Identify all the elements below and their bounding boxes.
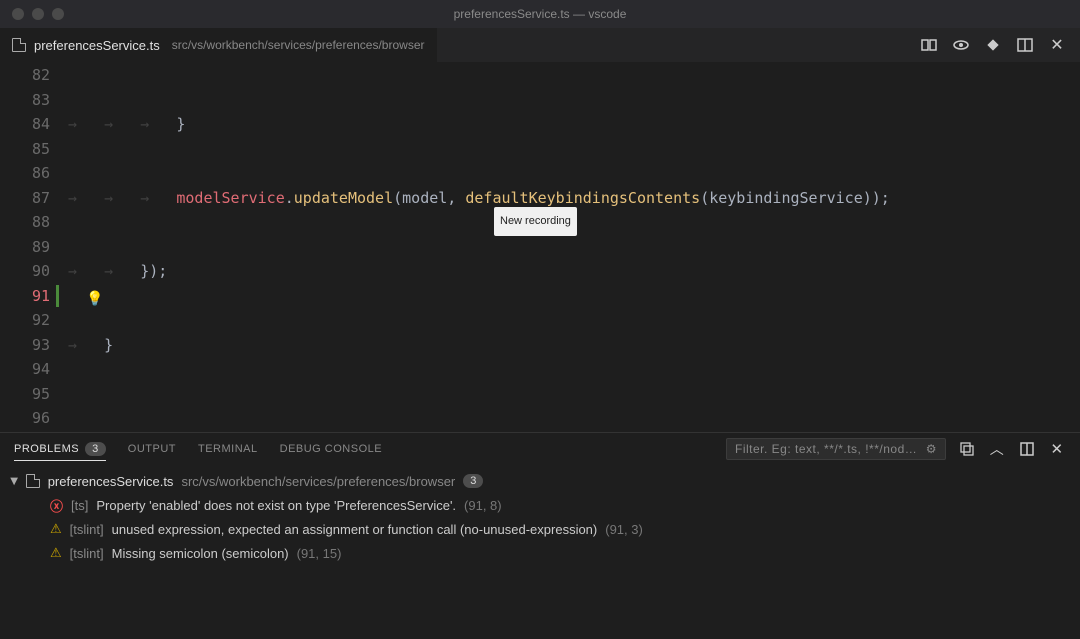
titlebar: preferencesService.ts — vscode: [0, 0, 1080, 28]
collapse-all-icon[interactable]: [958, 440, 976, 458]
bottom-panel: PROBLEMS 3 OUTPUT TERMINAL DEBUG CONSOLE…: [0, 432, 1080, 639]
code-editor[interactable]: 💡 82 83 84 85 86 87 88 89 90 91 92 93 94…: [0, 63, 1080, 432]
tab-filepath: src/vs/workbench/services/preferences/br…: [172, 38, 425, 52]
tab-output[interactable]: OUTPUT: [128, 443, 176, 455]
filter-placeholder: Filter. Eg: text, **/*.ts, !**/nod…: [735, 442, 917, 456]
tooltip: New recording: [494, 207, 577, 236]
gear-icon[interactable]: ⚙: [926, 442, 937, 456]
problems-count-badge: 3: [85, 442, 106, 456]
problem-item[interactable]: ⚠ [tslint] Missing semicolon (semicolon)…: [10, 541, 1070, 565]
zoom-window-icon[interactable]: [52, 8, 64, 20]
tab-problems[interactable]: PROBLEMS 3: [14, 442, 106, 461]
editor-tab[interactable]: preferencesService.ts src/vs/workbench/s…: [0, 28, 437, 62]
split-editor-icon[interactable]: [1016, 36, 1034, 54]
minimize-window-icon[interactable]: [32, 8, 44, 20]
chevron-up-icon[interactable]: ︿: [988, 440, 1006, 458]
window-controls: [0, 8, 64, 20]
warning-icon: ⚠: [50, 545, 62, 561]
error-icon: ⓧ: [50, 496, 63, 515]
problems-file-path: src/vs/workbench/services/preferences/br…: [181, 474, 455, 489]
tab-filename: preferencesService.ts: [34, 38, 160, 53]
diamond-icon[interactable]: [984, 36, 1002, 54]
file-icon: [26, 474, 40, 488]
line-gutter: 82 83 84 85 86 87 88 89 90 91 92 93 94 9…: [0, 63, 68, 432]
tab-terminal[interactable]: TERMINAL: [198, 443, 258, 455]
more-icon[interactable]: ✕: [1048, 36, 1066, 54]
compare-icon[interactable]: [920, 36, 938, 54]
chevron-down-icon: ▶: [8, 477, 19, 485]
problems-file-name: preferencesService.ts: [48, 474, 174, 489]
problems-file-row[interactable]: ▶ preferencesService.ts src/vs/workbench…: [10, 469, 1070, 493]
filter-input[interactable]: Filter. Eg: text, **/*.ts, !**/nod… ⚙: [726, 438, 946, 460]
window-title: preferencesService.ts — vscode: [454, 7, 627, 21]
lightbulb-icon[interactable]: 💡: [86, 287, 103, 312]
file-problem-count: 3: [463, 474, 483, 488]
close-panel-icon[interactable]: ✕: [1048, 440, 1066, 458]
warning-icon: ⚠: [50, 521, 62, 537]
problems-tree: ▶ preferencesService.ts src/vs/workbench…: [0, 465, 1080, 639]
problem-item[interactable]: ⚠ [tslint] unused expression, expected a…: [10, 517, 1070, 541]
editor-tabbar: preferencesService.ts src/vs/workbench/s…: [0, 28, 1080, 63]
close-window-icon[interactable]: [12, 8, 24, 20]
panel-tabbar: PROBLEMS 3 OUTPUT TERMINAL DEBUG CONSOLE…: [0, 433, 1080, 465]
maximize-panel-icon[interactable]: [1018, 440, 1036, 458]
eye-icon[interactable]: [952, 36, 970, 54]
editor-actions: ✕: [920, 36, 1080, 54]
tab-debug-console[interactable]: DEBUG CONSOLE: [280, 443, 382, 455]
file-icon: [12, 38, 26, 52]
code-content[interactable]: → → → } → → → modelService.updateModel(m…: [68, 63, 1080, 432]
problem-item[interactable]: ⓧ [ts] Property 'enabled' does not exist…: [10, 493, 1070, 517]
